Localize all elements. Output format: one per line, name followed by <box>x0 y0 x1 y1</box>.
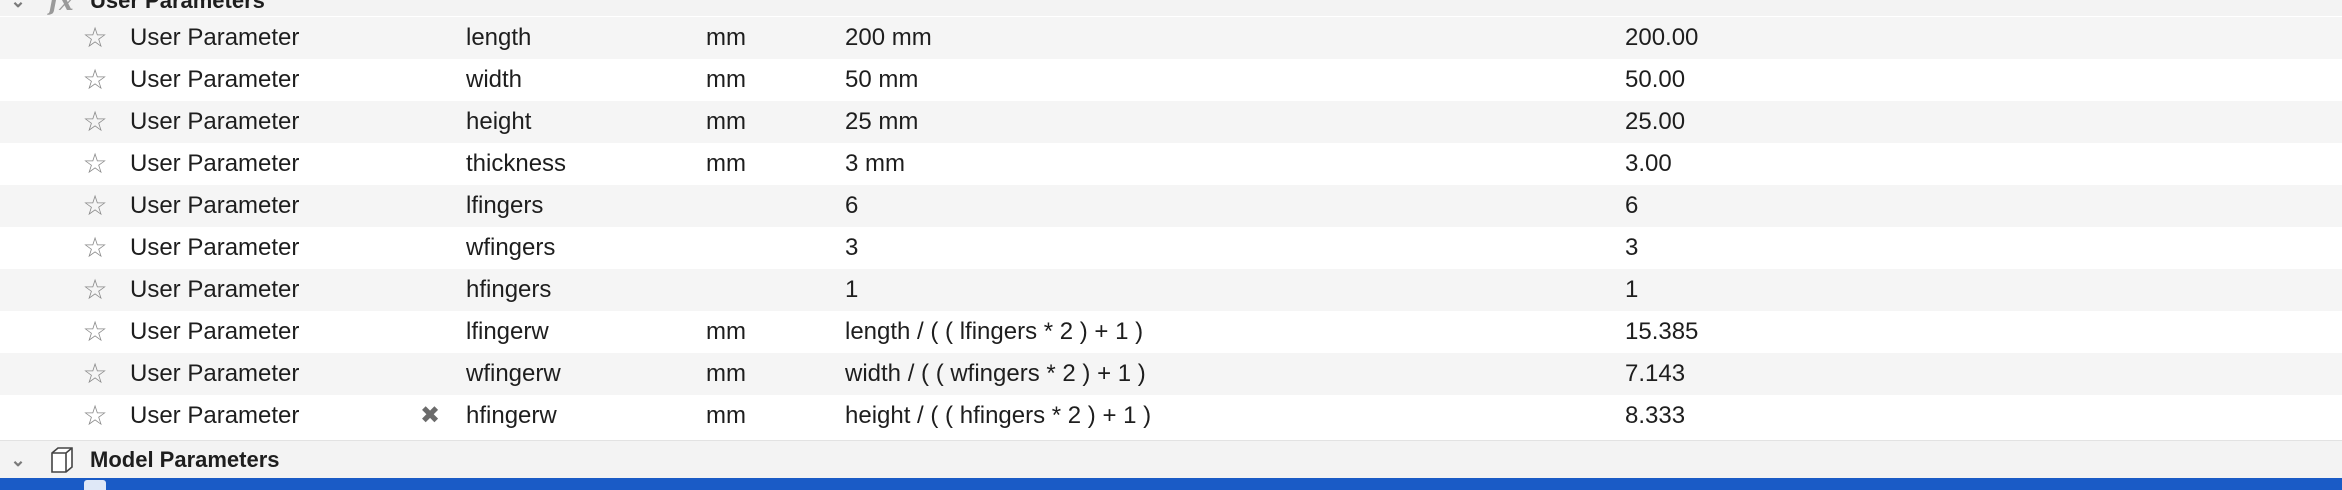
value-cell: 6 <box>1625 192 1639 219</box>
fx-icon: fx <box>48 0 74 16</box>
table-row[interactable]: ☆ User Parameter width mm 50 mm 50.00 <box>0 59 2342 101</box>
value-cell: 7.143 <box>1625 360 1686 387</box>
table-row[interactable]: ☆ User Parameter wfingers 3 3 <box>0 227 2342 269</box>
model-parameters-group-header[interactable]: ⌄ Model Parameters <box>0 440 2342 479</box>
expression-cell[interactable]: 3 <box>845 227 858 269</box>
unit-cell[interactable]: mm <box>706 353 746 395</box>
selected-row[interactable] <box>0 478 2342 490</box>
model-parameters-label: Model Parameters <box>90 447 280 472</box>
favorite-star-icon[interactable]: ☆ <box>79 143 111 185</box>
unit-cell[interactable]: mm <box>706 17 746 59</box>
table-row[interactable]: ☆ User Parameter ✖ hfingerw mm height / ( ( h… <box>0 395 2342 437</box>
table-row[interactable]: ☆ User Parameter lfingers 6 6 <box>0 185 2342 227</box>
value-cell: 8.333 <box>1625 402 1686 429</box>
favorite-star-icon[interactable]: ☆ <box>79 59 111 101</box>
source-cell: User Parameter <box>130 318 300 345</box>
expression-cell[interactable]: height / ( ( hfingers * 2 ) + 1 ) <box>845 395 1151 437</box>
name-cell[interactable]: wfingerw <box>466 353 561 395</box>
table-row[interactable]: ☆ User Parameter wfingerw mm width / ( ( wfi… <box>0 353 2342 395</box>
component-icon <box>84 480 106 490</box>
unit-cell[interactable]: mm <box>706 143 746 185</box>
favorite-star-icon[interactable]: ☆ <box>79 311 111 353</box>
value-cell: 50.00 <box>1625 66 1686 93</box>
table-row[interactable]: ☆ User Parameter thickness mm 3 mm 3.00 <box>0 143 2342 185</box>
unit-cell[interactable]: mm <box>706 59 746 101</box>
source-cell: User Parameter <box>130 360 300 387</box>
expression-cell[interactable]: 6 <box>845 185 858 227</box>
source-cell: User Parameter <box>130 66 300 93</box>
unit-cell[interactable]: mm <box>706 101 746 143</box>
delete-icon[interactable]: ✖ <box>418 395 442 437</box>
expression-cell[interactable]: width / ( ( wfingers * 2 ) + 1 ) <box>845 353 1146 395</box>
expression-cell[interactable]: length / ( ( lfingers * 2 ) + 1 ) <box>845 311 1143 353</box>
user-parameters-label: User Parameters <box>90 0 265 13</box>
value-cell: 15.385 <box>1625 318 1699 345</box>
favorite-star-icon[interactable]: ☆ <box>79 17 111 59</box>
name-cell[interactable]: hfingerw <box>466 395 557 437</box>
chevron-down-icon[interactable]: ⌄ <box>8 450 28 470</box>
favorite-star-icon[interactable]: ☆ <box>79 395 111 437</box>
table-row[interactable]: ☆ User Parameter lfingerw mm length / ( ( lf… <box>0 311 2342 353</box>
unit-cell[interactable]: mm <box>706 395 746 437</box>
expression-cell[interactable]: 50 mm <box>845 59 918 101</box>
value-cell: 3 <box>1625 234 1639 261</box>
value-cell: 1 <box>1625 276 1639 303</box>
name-cell[interactable]: width <box>466 59 522 101</box>
source-cell: User Parameter <box>130 402 300 429</box>
source-cell: User Parameter <box>130 24 300 51</box>
source-cell: User Parameter <box>130 150 300 177</box>
cube-icon <box>44 444 78 476</box>
value-cell: 25.00 <box>1625 108 1686 135</box>
name-cell[interactable]: thickness <box>466 143 566 185</box>
source-cell: User Parameter <box>130 108 300 135</box>
favorite-star-icon[interactable]: ☆ <box>79 269 111 311</box>
name-cell[interactable]: length <box>466 17 531 59</box>
name-cell[interactable]: height <box>466 101 531 143</box>
value-cell: 200.00 <box>1625 24 1699 51</box>
expression-cell[interactable]: 25 mm <box>845 101 918 143</box>
table-row[interactable]: ☆ User Parameter hfingers 1 1 <box>0 269 2342 311</box>
table-row[interactable]: ☆ User Parameter height mm 25 mm 25.00 <box>0 101 2342 143</box>
table-row[interactable]: ☆ User Parameter length mm 200 mm 200.00 <box>0 17 2342 59</box>
value-cell: 3.00 <box>1625 150 1672 177</box>
source-cell: User Parameter <box>130 192 300 219</box>
source-cell: User Parameter <box>130 234 300 261</box>
favorite-star-icon[interactable]: ☆ <box>79 353 111 395</box>
favorite-star-icon[interactable]: ☆ <box>79 185 111 227</box>
favorite-star-icon[interactable]: ☆ <box>79 101 111 143</box>
user-parameters-group-header[interactable]: ⌄ fx User Parameters <box>0 0 2342 16</box>
favorite-star-icon[interactable]: ☆ <box>79 227 111 269</box>
unit-cell[interactable]: mm <box>706 311 746 353</box>
source-cell: User Parameter <box>130 276 300 303</box>
expression-cell[interactable]: 200 mm <box>845 17 932 59</box>
expression-cell[interactable]: 1 <box>845 269 858 311</box>
chevron-down-icon[interactable]: ⌄ <box>8 0 28 11</box>
parameters-table: ☆ User Parameter length mm 200 mm 200.00 ☆ User… <box>0 17 2342 437</box>
name-cell[interactable]: lfingerw <box>466 311 549 353</box>
name-cell[interactable]: hfingers <box>466 269 551 311</box>
name-cell[interactable]: lfingers <box>466 185 543 227</box>
expression-cell[interactable]: 3 mm <box>845 143 905 185</box>
name-cell[interactable]: wfingers <box>466 227 555 269</box>
